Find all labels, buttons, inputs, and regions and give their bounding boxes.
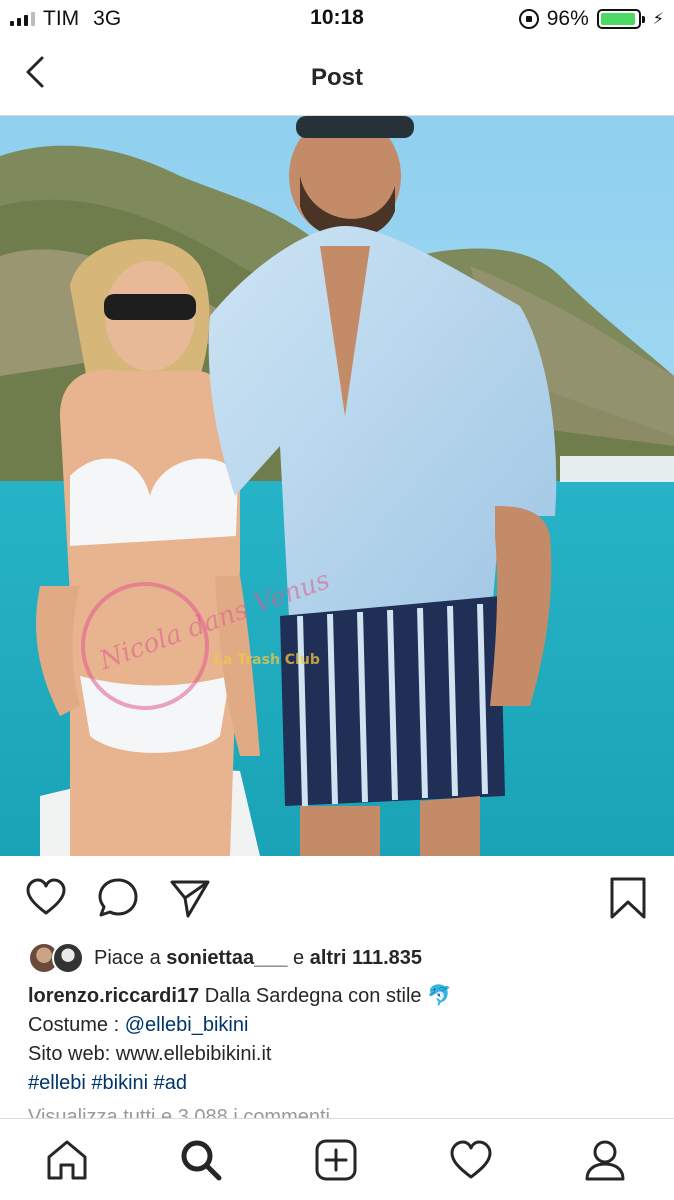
- status-right: 96% ⚡: [518, 6, 664, 32]
- caption-hashtags[interactable]: #ellebi #bikini #ad: [28, 1069, 648, 1098]
- beach-couple-photo: Nicola dans Venus La Trash Club: [0, 116, 674, 856]
- status-bar: TIM 3G 10:18 96% ⚡: [0, 0, 674, 38]
- likes-middle: e: [293, 946, 305, 969]
- caption-mention[interactable]: @ellebi_bikini: [125, 1014, 249, 1036]
- profile-icon[interactable]: [582, 1137, 628, 1183]
- bookmark-icon[interactable]: [606, 876, 650, 920]
- view-comments-link[interactable]: Visualizza tutti e 3.088 i commenti: [28, 1104, 330, 1118]
- likes-count[interactable]: altri 111.835: [310, 947, 422, 970]
- caption-line-2: Costume : @ellebi_bikini: [28, 1011, 648, 1040]
- rotation-lock-icon: [518, 9, 539, 29]
- tab-bar: [0, 1118, 674, 1200]
- page-title: Post: [310, 64, 363, 91]
- likes-prefix: Piace a: [94, 946, 161, 969]
- charging-icon: ⚡: [652, 11, 664, 28]
- share-icon[interactable]: [168, 876, 212, 920]
- liker-avatars: [28, 942, 86, 974]
- activity-icon[interactable]: [448, 1137, 494, 1183]
- caption-username[interactable]: lorenzo.riccardi17: [28, 985, 199, 1007]
- nav-header: Post: [0, 38, 674, 116]
- caption-line-3: Sito web: www.ellebibikini.it: [28, 1043, 272, 1065]
- caption-costume-label: Costume :: [28, 1014, 120, 1036]
- heart-icon[interactable]: [24, 876, 68, 920]
- battery-icon: [596, 9, 645, 29]
- comment-icon[interactable]: [96, 876, 140, 920]
- watermark-right-text: La Trash Club: [214, 652, 320, 668]
- post-actions: [0, 862, 674, 934]
- post-caption: lorenzo.riccardi17 Dalla Sardegna con st…: [28, 982, 648, 1098]
- avatar: [52, 942, 84, 974]
- home-icon[interactable]: [44, 1137, 90, 1183]
- likes-user[interactable]: soniettaa___: [166, 947, 287, 970]
- likes-row[interactable]: Piace a soniettaa___ e altri 111.835: [28, 940, 422, 976]
- caption-line-1: lorenzo.riccardi17 Dalla Sardegna con st…: [28, 982, 648, 1011]
- post-photo[interactable]: Nicola dans Venus La Trash Club: [0, 116, 674, 856]
- dolphin-emoji: 🐬: [427, 985, 453, 1007]
- add-icon[interactable]: [313, 1137, 359, 1183]
- battery-percent: 96%: [546, 7, 589, 30]
- search-icon[interactable]: [178, 1137, 224, 1183]
- caption-text: Dalla Sardegna con stile: [204, 985, 422, 1007]
